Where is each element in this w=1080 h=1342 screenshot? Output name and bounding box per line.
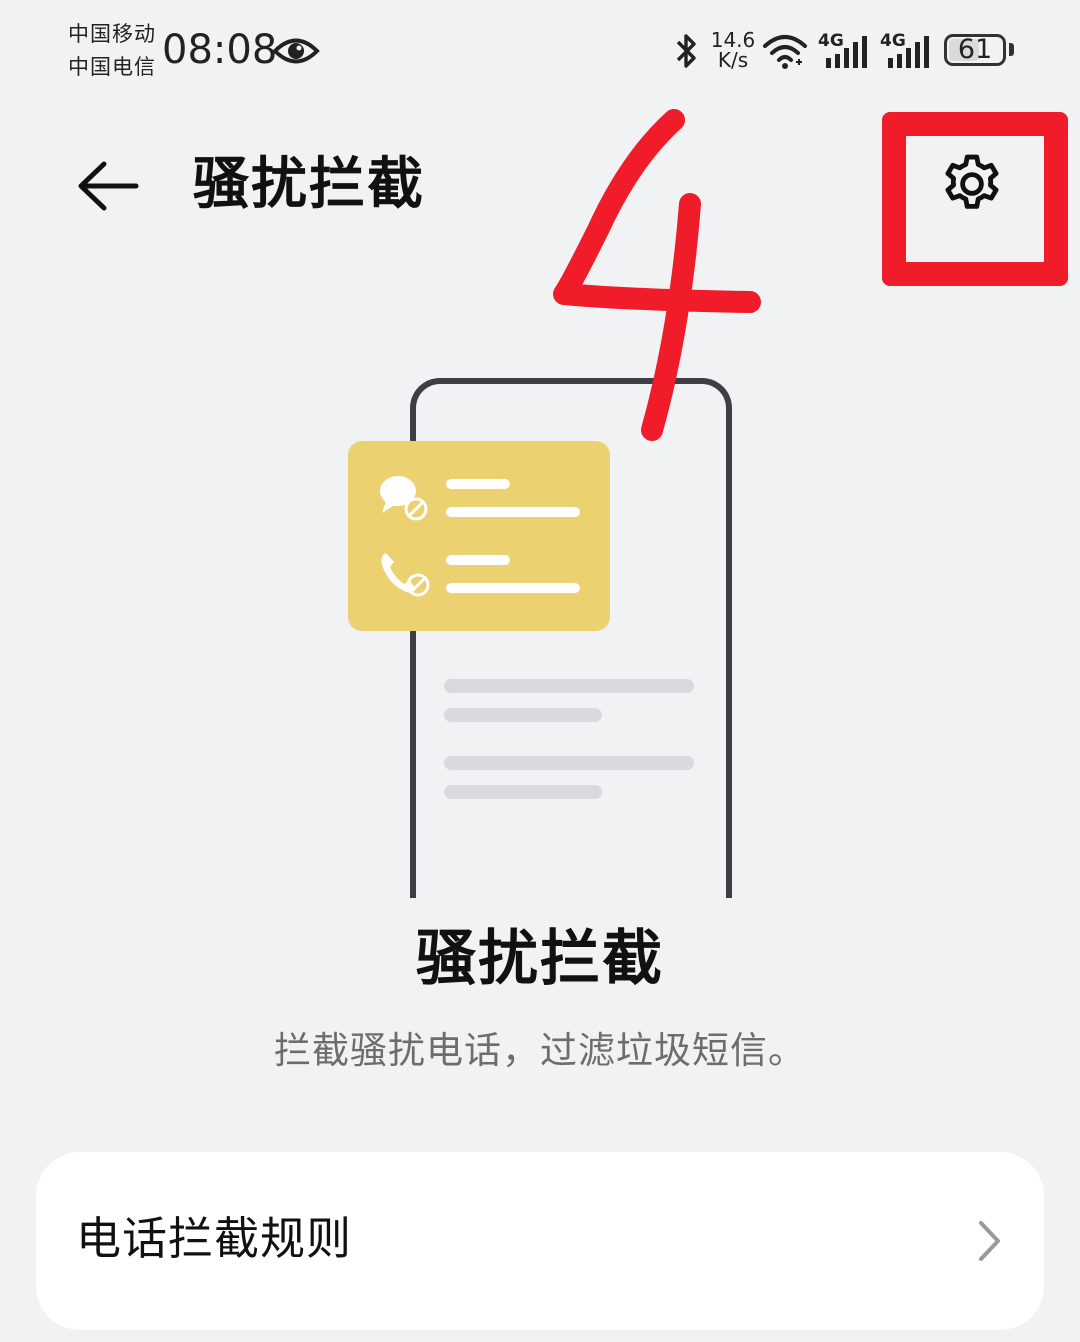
network-speed: 14.6 K/s xyxy=(710,30,756,70)
battery-percent: 61 xyxy=(957,34,993,65)
carrier-sim1: 中国移动 xyxy=(68,22,156,46)
page-title: 骚扰拦截 xyxy=(193,152,425,217)
settings-highlight-box xyxy=(882,112,1068,286)
status-clock: 08:08 xyxy=(162,27,278,73)
placeholder-line xyxy=(444,756,694,770)
carrier-sim2: 中国电信 xyxy=(68,55,156,79)
card-line xyxy=(446,583,580,593)
signal-bars-icon xyxy=(826,36,867,68)
step-number-annotation xyxy=(553,109,761,441)
card-line xyxy=(446,507,580,517)
feature-title: 骚扰拦截 xyxy=(416,924,664,994)
signal-bars-icon xyxy=(888,36,929,68)
arrow-left-icon xyxy=(78,161,139,211)
network-speed-unit: K/s xyxy=(717,48,749,72)
back-button[interactable] xyxy=(74,158,140,214)
chevron-right-icon xyxy=(979,1221,1000,1261)
placeholder-line xyxy=(444,785,602,799)
placeholder-line xyxy=(444,679,694,693)
blocked-items-card xyxy=(348,441,610,631)
network-speed-value: 14.6 xyxy=(710,28,756,52)
eye-icon xyxy=(272,38,320,64)
feature-description: 拦截骚扰电话，过滤垃圾短信。 xyxy=(274,1029,806,1072)
blocked-call-icon xyxy=(381,553,430,597)
card-line xyxy=(446,479,510,489)
placeholder-line xyxy=(444,708,602,722)
battery-tip xyxy=(1009,43,1014,56)
call-block-rules-item[interactable]: 电话拦截规则 xyxy=(36,1152,1044,1330)
card-line xyxy=(446,555,510,565)
call-block-rules-label: 电话拦截规则 xyxy=(76,1212,353,1265)
battery-indicator: 61 xyxy=(944,34,1006,66)
bluetooth-icon xyxy=(676,34,696,68)
wifi-icon xyxy=(763,35,807,69)
blocked-message-icon xyxy=(380,476,428,521)
